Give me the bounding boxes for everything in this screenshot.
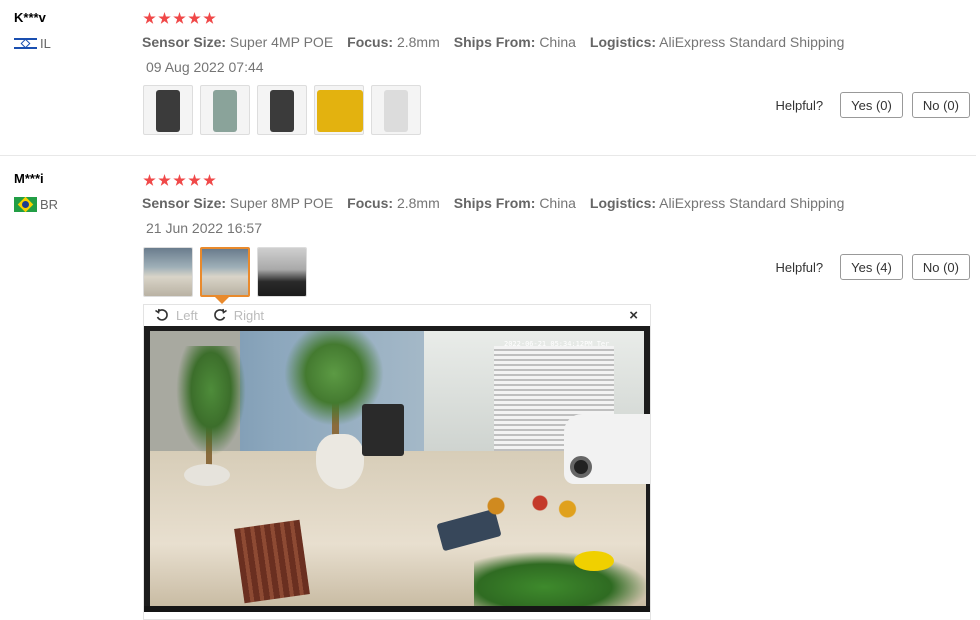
review-photo-thumb[interactable] [200, 85, 250, 135]
star-icon [188, 174, 201, 186]
reviewer-name: M***i [14, 171, 44, 186]
prop-focus: Focus: 2.8mm [347, 34, 440, 50]
review-item: K***v IL Sensor Size: Super 4MP POE Focu… [0, 0, 976, 156]
camera-timestamp-overlay: 2022-06-21 05:34:12PM Ter [504, 340, 610, 348]
review-date: 21 Jun 2022 16:57 [146, 220, 262, 236]
star-rating [143, 174, 216, 187]
reviewer-country: BR [14, 197, 58, 212]
star-icon [203, 12, 216, 24]
sku-properties: Sensor Size: Super 4MP POE Focus: 2.8mm … [142, 34, 858, 50]
review-photo-thumb-selected[interactable] [200, 247, 250, 297]
review-photos [143, 247, 307, 297]
review-photos [143, 85, 421, 135]
star-icon [143, 12, 156, 24]
review-date: 09 Aug 2022 07:44 [146, 59, 264, 75]
helpful-section: Helpful? Yes (0) No (0) [775, 92, 970, 118]
prop-sensor-size: Sensor Size: Super 4MP POE [142, 34, 334, 50]
selected-photo-caret-icon [215, 297, 229, 304]
rotate-right-icon [213, 308, 227, 321]
review-photo-thumb[interactable] [371, 85, 421, 135]
prop-focus: Focus: 2.8mm [347, 195, 440, 211]
star-icon [203, 174, 216, 186]
review-photo-thumb[interactable] [143, 247, 193, 297]
prop-sensor-size: Sensor Size: Super 8MP POE [142, 195, 334, 211]
star-rating [143, 12, 216, 25]
rotate-left-button[interactable]: Left [154, 307, 198, 323]
review-photo-thumb[interactable] [143, 85, 193, 135]
rotate-left-label: Left [176, 307, 198, 323]
reviewer-country: IL [14, 36, 51, 51]
review-photo-thumb[interactable] [257, 247, 307, 297]
review-photo-large: 2022-06-21 05:34:12PM Ter [144, 326, 650, 612]
israel-flag-icon [14, 36, 37, 51]
rotate-right-label: Right [233, 307, 265, 323]
helpful-yes-button[interactable]: Yes (0) [840, 92, 903, 118]
close-viewer-button[interactable]: × [629, 307, 638, 324]
star-icon [143, 174, 156, 186]
star-icon [158, 174, 171, 186]
reviewer-name: K***v [14, 10, 46, 25]
rotate-right-button[interactable]: Right [212, 307, 264, 323]
photo-viewer: Left Right × 2022-06-21 05:34:12PM Ter [143, 304, 651, 620]
country-code: BR [40, 197, 59, 212]
prop-ships-from: Ships From: China [453, 34, 576, 50]
helpful-yes-button[interactable]: Yes (4) [840, 254, 903, 280]
star-icon [158, 12, 171, 24]
helpful-label: Helpful? [775, 97, 824, 113]
review-photo-thumb[interactable] [257, 85, 307, 135]
review-item: M***i BR Sensor Size: Super 8MP POE Focu… [0, 157, 976, 620]
helpful-no-button[interactable]: No (0) [911, 254, 970, 280]
star-icon [173, 12, 186, 24]
star-icon [173, 174, 186, 186]
helpful-label: Helpful? [775, 259, 824, 275]
review-photo-thumb[interactable] [314, 85, 364, 135]
photo-viewer-toolbar: Left Right × [144, 305, 650, 325]
sku-properties: Sensor Size: Super 8MP POE Focus: 2.8mm … [142, 195, 858, 211]
prop-logistics: Logistics: AliExpress Standard Shipping [589, 195, 845, 211]
star-icon [188, 12, 201, 24]
prop-ships-from: Ships From: China [453, 195, 576, 211]
brazil-flag-icon [14, 197, 37, 212]
helpful-no-button[interactable]: No (0) [911, 92, 970, 118]
helpful-section: Helpful? Yes (4) No (0) [775, 254, 970, 280]
rotate-left-icon [155, 308, 168, 321]
prop-logistics: Logistics: AliExpress Standard Shipping [589, 34, 845, 50]
country-code: IL [40, 36, 51, 51]
